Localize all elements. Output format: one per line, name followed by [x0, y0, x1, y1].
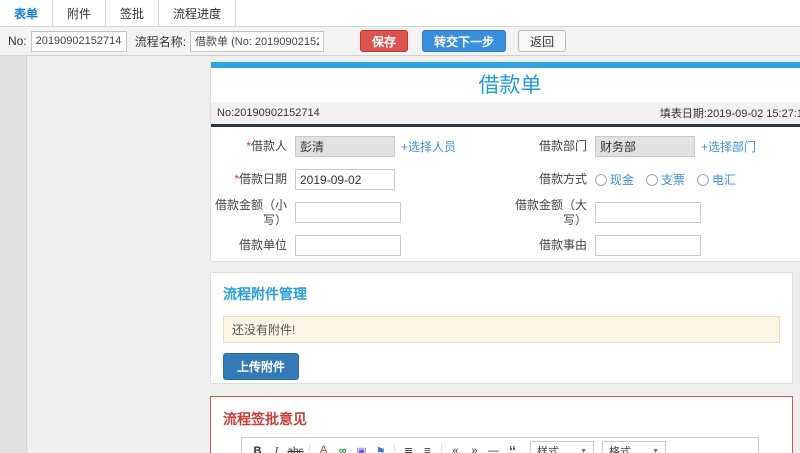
reason-label: 借款事由: [538, 238, 587, 252]
no-label: No:: [8, 34, 27, 48]
borrow-date-label: *借款日期: [234, 172, 287, 186]
numbered-list-icon[interactable]: ≣: [399, 442, 418, 453]
department-field: +选择部门: [595, 136, 800, 157]
process-name-input[interactable]: [190, 30, 325, 52]
bulleted-list-icon[interactable]: ≡: [418, 442, 437, 453]
borrow-method-field: 现金 支票 电汇: [595, 171, 800, 188]
form-subheader: No:20190902152714 填表日期:2019-09-02 15:27:…: [211, 102, 800, 124]
select-person-link[interactable]: +选择人员: [401, 140, 456, 154]
forward-next-step-button[interactable]: 转交下一步: [422, 30, 507, 52]
form-row-unit-reason: 借款单位 借款事由: [211, 229, 800, 262]
format-dropdown-label: 格式: [609, 446, 631, 453]
borrow-date-input[interactable]: [295, 169, 395, 190]
editor-toolbar: B I abc A ∞ ▣ ⚑ ≣ ≡ « » — “ 样式 ▼ 格式 ▼: [242, 438, 758, 453]
blockquote-icon[interactable]: “: [503, 442, 522, 453]
toolbar-separator: [394, 444, 395, 453]
radio-check[interactable]: 支票: [646, 171, 685, 188]
link-icon[interactable]: ∞: [333, 442, 352, 453]
amount-upper-input[interactable]: [595, 202, 701, 223]
image-icon[interactable]: ▣: [352, 442, 371, 453]
amount-upper-label: 借款金额（大写）: [514, 197, 587, 227]
text-color-icon[interactable]: A: [314, 443, 333, 453]
indent-icon[interactable]: »: [465, 442, 484, 453]
tab-form[interactable]: 表单: [0, 0, 52, 26]
toolbar-separator: [441, 444, 442, 453]
department-label: 借款部门: [538, 139, 587, 153]
approval-heading: 流程签批意见: [223, 411, 307, 427]
borrow-method-label: 借款方式: [538, 172, 587, 186]
form-date-text: 填表日期:2019-09-02 15:27:1: [659, 108, 800, 120]
borrower-input[interactable]: [295, 136, 395, 157]
amount-lower-label: 借款金额（小写）: [214, 197, 287, 227]
amount-lower-input[interactable]: [295, 202, 401, 223]
select-department-link[interactable]: +选择部门: [701, 140, 756, 154]
radio-icon: [595, 173, 607, 186]
form-row-amount: 借款金额（小写） 借款金额（大写）: [211, 196, 800, 229]
amount-lower-field: [295, 202, 507, 223]
amount-upper-field: [595, 202, 800, 223]
page-background: 借款单 No:20190902152714 填表日期:2019-09-02 15…: [0, 56, 800, 453]
style-dropdown-label: 样式: [537, 446, 559, 453]
bold-icon[interactable]: B: [248, 442, 267, 453]
upload-attachment-button[interactable]: 上传附件: [223, 353, 300, 380]
back-button[interactable]: 返回: [518, 30, 567, 52]
outdent-icon[interactable]: «: [446, 442, 465, 453]
process-name-label: 流程名称:: [134, 34, 187, 49]
unit-label: 借款单位: [238, 238, 287, 252]
chevron-down-icon: ▼: [580, 447, 587, 453]
save-button[interactable]: 保存: [360, 30, 409, 52]
unit-input[interactable]: [295, 235, 401, 256]
left-sidebar-strip: [0, 56, 27, 453]
radio-cash[interactable]: 现金: [595, 171, 634, 188]
form-title: 借款单: [478, 74, 542, 97]
form-no-text: No:20190902152714: [217, 107, 320, 119]
attachments-panel: 流程附件管理 还没有附件! 上传附件: [210, 272, 793, 384]
horizontal-rule-icon[interactable]: —: [484, 442, 503, 453]
attachments-heading: 流程附件管理: [223, 286, 307, 302]
department-input[interactable]: [595, 136, 695, 157]
radio-icon: [697, 173, 710, 186]
form-row-borrower: *借款人 +选择人员 借款部门 +选择部门: [211, 130, 800, 163]
italic-icon[interactable]: I: [267, 442, 286, 453]
reason-input[interactable]: [595, 235, 701, 256]
anchor-flag-icon[interactable]: ⚑: [371, 442, 390, 453]
loan-form-grid: *借款人 +选择人员 借款部门 +选择部门 *借款日期 借款方式: [211, 127, 800, 262]
form-row-date-method: *借款日期 借款方式 现金 支票 电汇: [211, 163, 800, 196]
approval-comments-panel: 流程签批意见 B I abc A ∞ ▣ ⚑ ≣ ≡ « » — “ 样式 ▼ …: [210, 396, 793, 453]
tab-bar: 表单 附件 签批 流程进度: [0, 0, 800, 27]
chevron-down-icon: ▼: [652, 447, 659, 453]
style-dropdown[interactable]: 样式 ▼: [530, 441, 594, 453]
borrower-field: +选择人员: [295, 136, 507, 157]
no-input[interactable]: [30, 30, 127, 52]
tab-attachments[interactable]: 附件: [52, 0, 105, 26]
loan-form-panel: 借款单 No:20190902152714 填表日期:2019-09-02 15…: [210, 62, 800, 262]
radio-wire[interactable]: 电汇: [697, 171, 736, 188]
reason-field: [595, 235, 800, 256]
no-attachments-message: 还没有附件!: [223, 316, 780, 343]
format-dropdown[interactable]: 格式 ▼: [602, 441, 666, 453]
app-window: 表单 附件 签批 流程进度 No: 流程名称: 保存 转交下一步 返回 借款单 …: [0, 0, 800, 453]
radio-icon: [646, 173, 659, 186]
tab-approval[interactable]: 签批: [105, 0, 158, 26]
toolbar: No: 流程名称: 保存 转交下一步 返回: [0, 27, 800, 56]
unit-field: [295, 235, 507, 256]
borrower-label: *借款人: [246, 139, 287, 153]
rich-text-editor: B I abc A ∞ ▣ ⚑ ≣ ≡ « » — “ 样式 ▼ 格式 ▼: [241, 437, 759, 453]
toolbar-separator: [309, 444, 310, 453]
tab-process-progress[interactable]: 流程进度: [158, 0, 237, 26]
borrow-date-field: [295, 169, 507, 190]
strikethrough-icon[interactable]: abc: [286, 442, 305, 453]
